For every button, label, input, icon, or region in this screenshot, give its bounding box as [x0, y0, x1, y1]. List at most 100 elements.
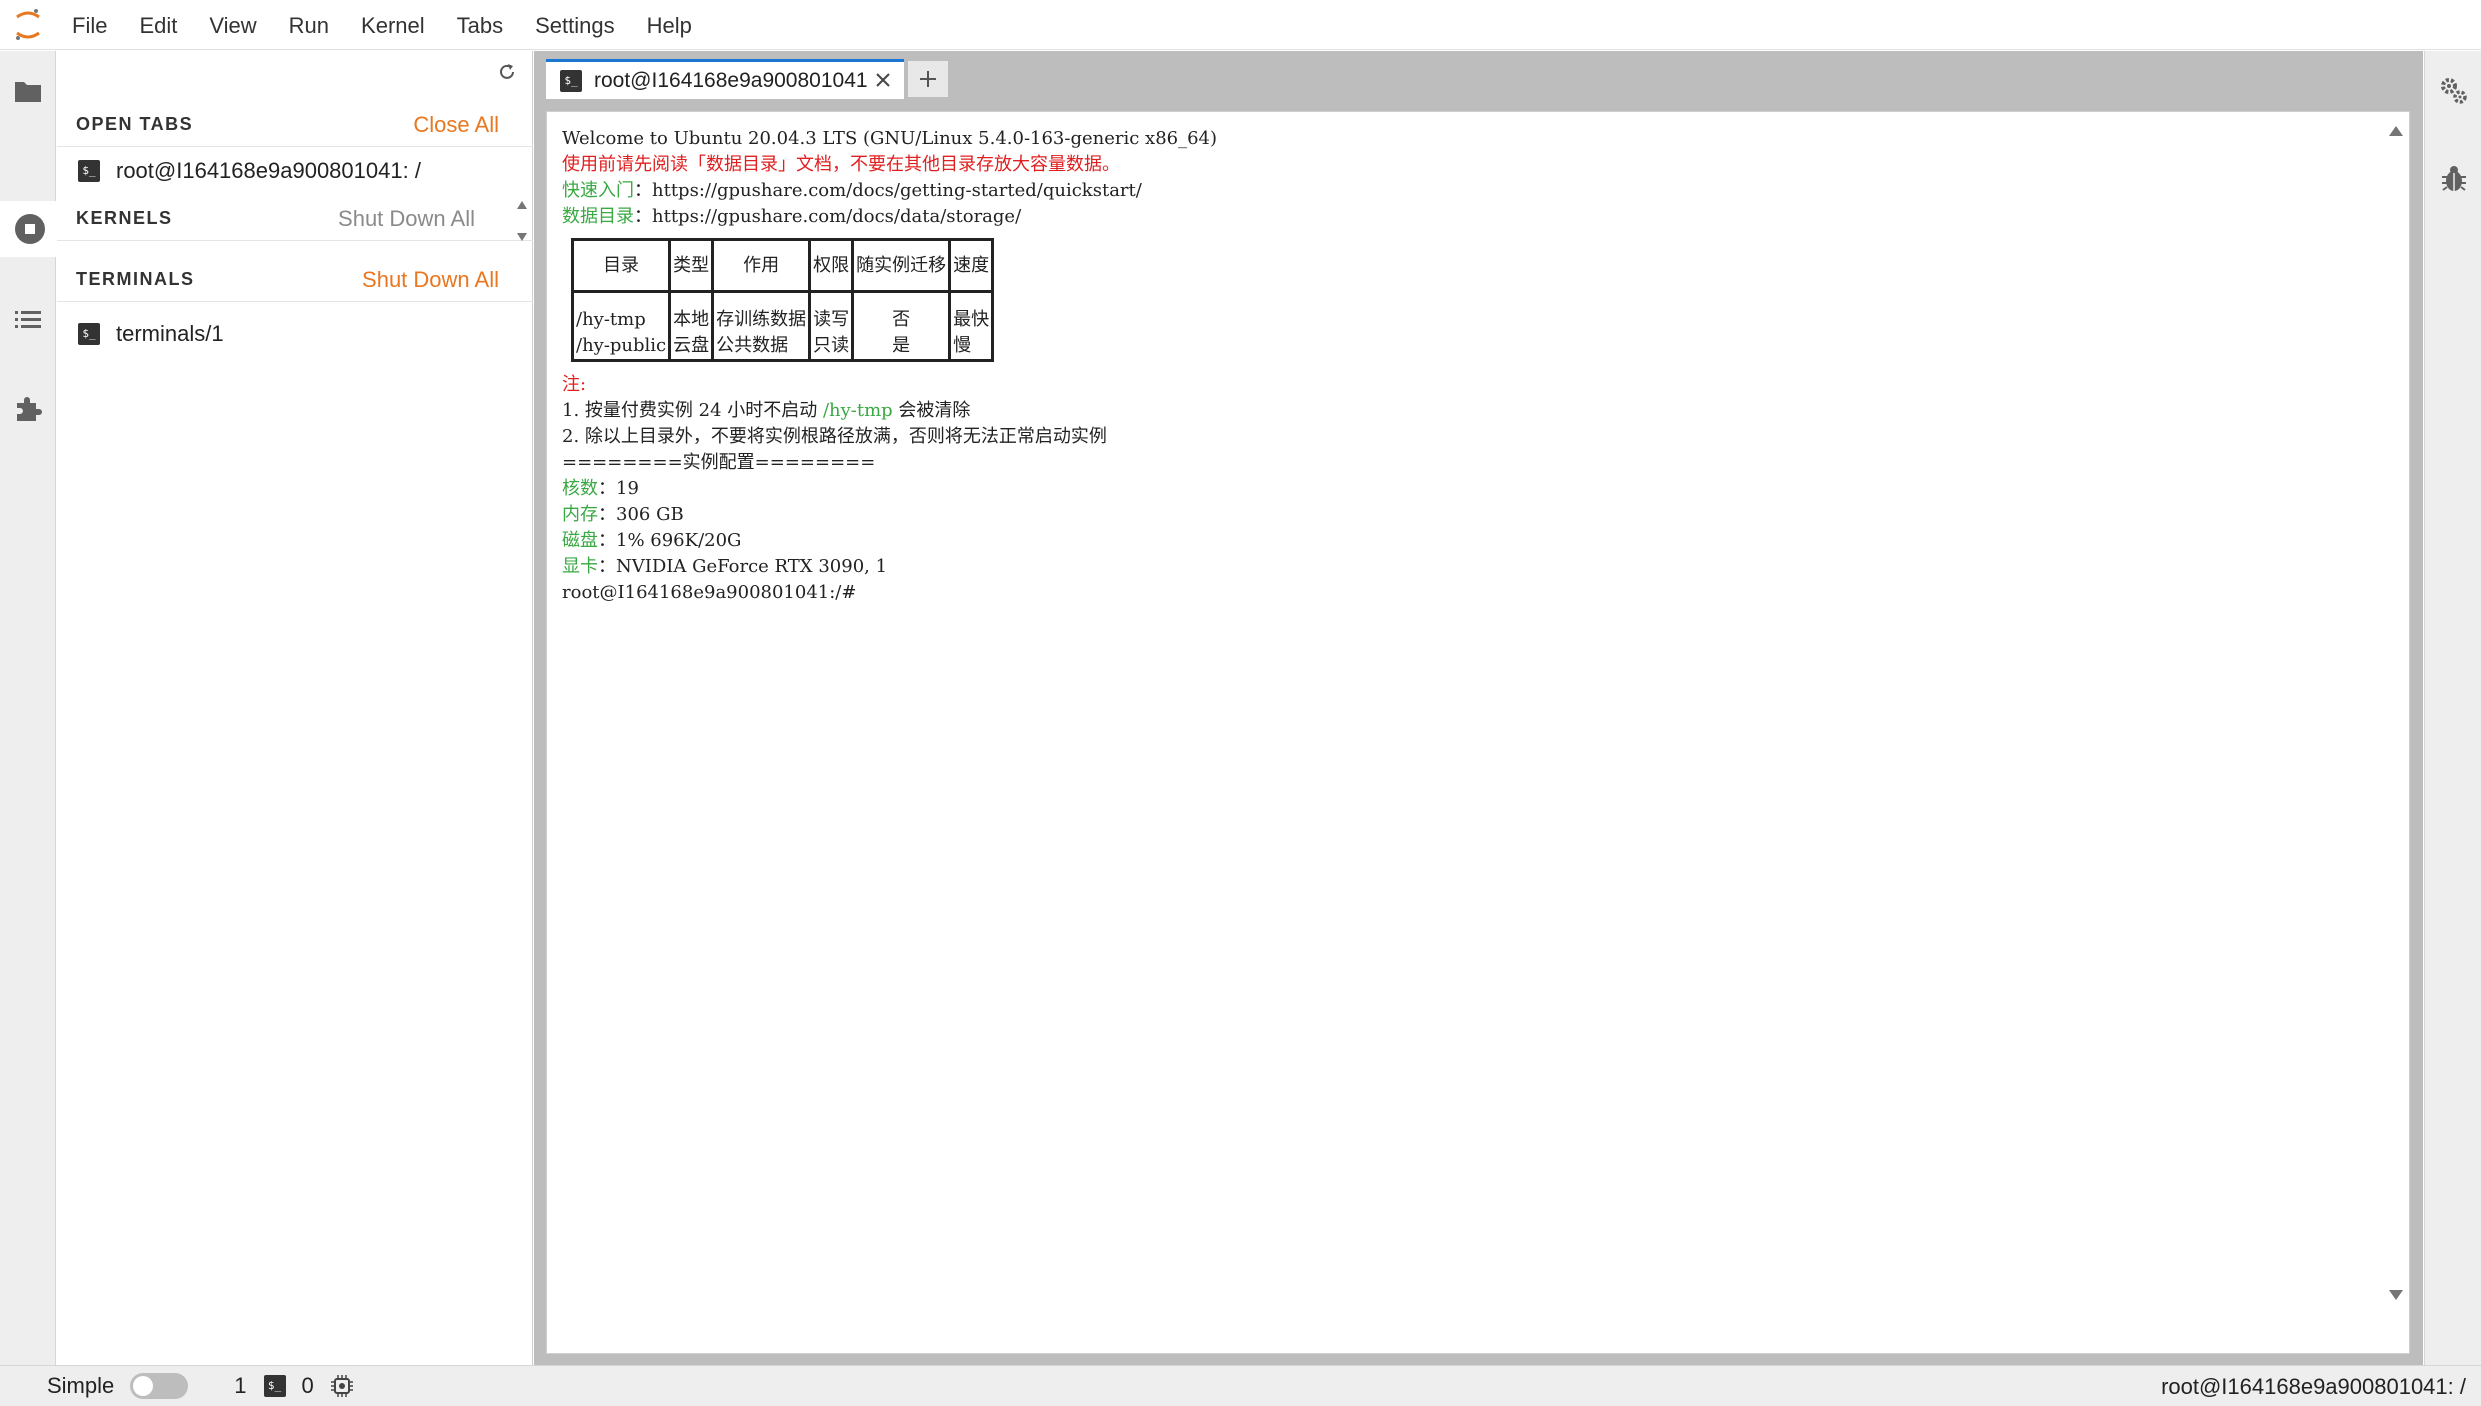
folder-icon [15, 82, 41, 102]
main-dock-area: $_ root@I164168e9a900801041 Welcome to U… [534, 51, 2423, 1365]
table-cell: 云盘 [668, 333, 715, 361]
right-sidebar [2424, 51, 2481, 1365]
refresh-icon [500, 64, 514, 79]
disk-line: 磁盘：1% 696K/20G [562, 528, 1217, 554]
warning-line: 使用前请先阅读「数据目录」文档，不要在其他目录存放大容量数据。 [562, 154, 1120, 175]
open-tabs-title: OPEN TABS [76, 114, 194, 134]
table-cell: 本地 [668, 291, 715, 333]
menu-settings[interactable]: Settings [519, 0, 631, 50]
terminal-output: Welcome to Ubuntu 20.04.3 LTS (GNU/Linux… [562, 126, 1217, 606]
menu-tabs[interactable]: Tabs [441, 0, 519, 50]
table-cell: /hy-public [570, 333, 672, 361]
menu-kernel[interactable]: Kernel [345, 0, 441, 50]
table-cell: 否 [851, 291, 952, 333]
terminal-icon: $_ [78, 160, 100, 182]
extension-manager-button[interactable] [0, 381, 56, 437]
open-tabs-section-header: OPEN TABS Close All [57, 103, 533, 147]
memory-label: 内存 [562, 504, 598, 525]
shell-prompt: root@I164168e9a900801041:/# [562, 582, 857, 603]
tab-bar: $_ root@I164168e9a900801041 [534, 51, 2423, 99]
terminal-scroll-up-icon[interactable] [2387, 122, 2405, 140]
plus-icon [920, 71, 936, 87]
menu-view[interactable]: View [193, 0, 272, 50]
new-launcher-button[interactable] [908, 61, 948, 97]
terminals-section-header: TERMINALS Shut Down All [57, 258, 533, 302]
note1-path: /hy-tmp [822, 400, 893, 421]
refresh-button[interactable] [492, 57, 522, 87]
note1-prefix: 1. 按量付费实例 24 小时不启动 [562, 400, 823, 421]
table-cell: 读写 [808, 291, 855, 333]
menu-help[interactable]: Help [631, 0, 708, 50]
bug-icon [2441, 166, 2466, 191]
terminal-icon: $_ [78, 323, 100, 345]
running-sessions-button[interactable] [0, 201, 56, 257]
disk-label: 磁盘 [562, 530, 598, 551]
jupyter-logo-icon[interactable] [0, 0, 56, 50]
menu-bar: File Edit View Run Kernel Tabs Settings … [0, 0, 2481, 50]
terminal-count[interactable]: 0 [302, 1373, 314, 1399]
table-header-cell: 类型 [668, 239, 715, 292]
puzzle-icon [17, 397, 42, 421]
close-all-button[interactable]: Close All [413, 112, 499, 138]
status-bar: Simple 1 $_ 0 root@I164168e9a900801041: … [0, 1365, 2481, 1406]
kernel-count[interactable]: 1 [234, 1373, 246, 1399]
kernels-shut-down-all-button[interactable]: Shut Down All [338, 206, 475, 232]
table-cell: 公共数据 [711, 333, 812, 361]
note1-suffix: 会被清除 [892, 400, 971, 421]
status-current-path: root@I164168e9a900801041: / [2161, 1374, 2466, 1399]
gpu-value: ：NVIDIA GeForce RTX 3090, 1 [598, 556, 888, 577]
table-row: /hy-tmp 本地 存训练数据 读写 否 最快 [570, 291, 995, 333]
terminals-shut-down-all-button[interactable]: Shut Down All [362, 267, 499, 293]
datadir-label: 数据目录 [562, 206, 634, 227]
memory-value: ：306 GB [598, 504, 684, 525]
kernels-title: KERNELS [76, 208, 173, 228]
table-header-cell: 作用 [711, 239, 812, 292]
table-cell: 存训练数据 [711, 291, 812, 333]
close-icon[interactable] [872, 69, 894, 91]
table-header-cell: 随实例迁移 [851, 239, 952, 292]
table-header-cell: 速度 [948, 239, 995, 292]
tab-terminal[interactable]: $_ root@I164168e9a900801041 [546, 59, 904, 99]
terminal-icon: $_ [263, 1375, 286, 1397]
tab-label: root@I164168e9a900801041 [594, 68, 868, 92]
cores-value: ：19 [598, 478, 639, 499]
quickstart-label: 快速入门 [562, 180, 634, 201]
table-of-contents-button[interactable] [0, 292, 56, 348]
menu-run[interactable]: Run [273, 0, 345, 50]
terminal-view[interactable]: Welcome to Ubuntu 20.04.3 LTS (GNU/Linux… [546, 111, 2410, 1354]
scroll-down-arrow-icon[interactable] [512, 227, 532, 247]
file-browser-button[interactable] [0, 63, 56, 119]
table-cell: 慢 [948, 333, 995, 361]
config-header: ========实例配置======== [562, 452, 876, 473]
table-cell: 最快 [948, 291, 995, 333]
open-tab-label: root@I164168e9a900801041: / [116, 158, 421, 183]
menu-edit[interactable]: Edit [123, 0, 193, 50]
note-line-2: 2. 除以上目录外，不要将实例根路径放满，否则将无法正常启动实例 [562, 426, 1107, 447]
terminals-title: TERMINALS [76, 269, 195, 289]
quickstart-line: 快速入门：https://gpushare.com/docs/getting-s… [562, 178, 1217, 204]
gears-icon [2440, 78, 2467, 104]
open-tab-item[interactable]: $_ root@I164168e9a900801041: / [57, 151, 533, 191]
running-sessions-panel: OPEN TABS Close All $_ root@I164168e9a90… [57, 51, 533, 1365]
table-header-cell: 目录 [570, 239, 672, 292]
datadir-line: 数据目录：https://gpushare.com/docs/data/stor… [562, 204, 1217, 230]
terminal-scroll-down-icon[interactable] [2387, 1286, 2405, 1304]
menu-file[interactable]: File [56, 0, 123, 50]
note-label: 注: [562, 374, 587, 395]
table-cell: 是 [851, 333, 952, 361]
gpu-line: 显卡：NVIDIA GeForce RTX 3090, 1 [562, 554, 1217, 580]
quickstart-url: ：https://gpushare.com/docs/getting-start… [634, 180, 1142, 201]
terminal-session-item[interactable]: $_ terminals/1 [57, 314, 533, 354]
simple-mode-label: Simple [47, 1373, 115, 1398]
directory-table: 目录 类型 作用 权限 随实例迁移 速度 /hy-tmp 本地 存训练数据 读写 [570, 238, 995, 362]
debugger-button[interactable] [2425, 151, 2481, 207]
table-cell: 只读 [808, 333, 855, 361]
property-inspector-button[interactable] [2425, 63, 2481, 119]
simple-mode-toggle[interactable] [130, 1373, 189, 1399]
terminal-session-label: terminals/1 [116, 321, 224, 346]
table-cell: /hy-tmp [570, 291, 672, 333]
disk-value: ：1% 696K/20G [598, 530, 742, 551]
memory-chip-icon[interactable] [330, 1374, 354, 1398]
table-row: /hy-public 云盘 公共数据 只读 是 慢 [570, 333, 995, 361]
datadir-url: ：https://gpushare.com/docs/data/storage/ [634, 206, 1022, 227]
